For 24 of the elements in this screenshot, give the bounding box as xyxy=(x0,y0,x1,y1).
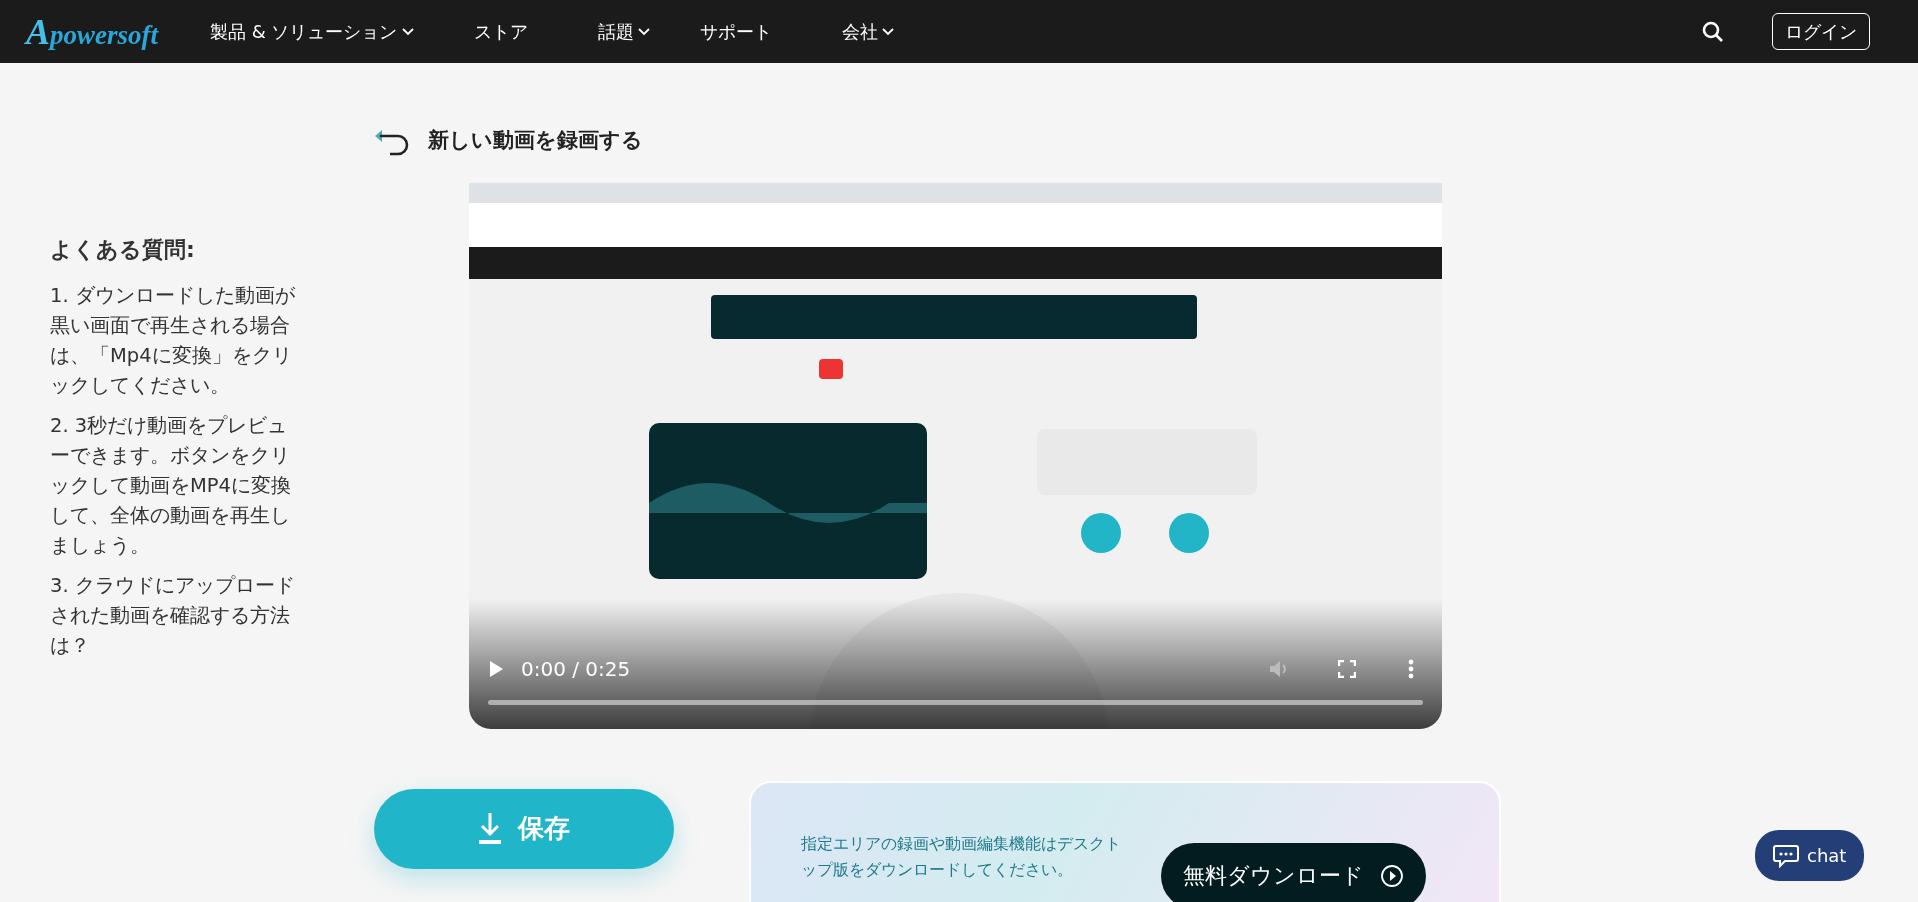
download-button[interactable]: 無料ダウンロード xyxy=(1161,842,1426,902)
more-icon[interactable] xyxy=(1408,658,1414,679)
login-button[interactable]: ログイン xyxy=(1772,13,1870,50)
play-circle-icon xyxy=(1380,863,1404,888)
chat-icon xyxy=(1773,843,1799,868)
nav-menu-item[interactable]: 話題 xyxy=(597,18,650,45)
page-title: 新しい動画を録画する xyxy=(428,127,643,154)
nav-menu-item[interactable]: 製品 & ソリューション xyxy=(210,18,414,45)
video-time: 0:00 / 0:25 xyxy=(521,655,631,683)
fullscreen-icon[interactable] xyxy=(1338,659,1356,678)
faq-item: 1. ダウンロードした動画が黒い画面で再生される場合は、「Mp4に変換」をクリックしてください。 xyxy=(50,283,296,400)
play-icon[interactable] xyxy=(487,658,505,679)
download-icon xyxy=(478,811,502,846)
faq-item: 3. クラウドにアップロードされた動画を確認する方法は？ xyxy=(50,573,296,660)
faq-item: 2. 3秒だけ動画をプレビューできます。ボタンをクリックして動画をMP4に変換して、全体の動画を再生しましょう。 xyxy=(50,413,292,560)
nav-menu-item[interactable]: ストア xyxy=(473,18,528,45)
chat-button[interactable]: chat xyxy=(1755,830,1865,881)
logo[interactable]: Apowersoft xyxy=(26,4,158,59)
promo-text: 指定エリアの録画や動画編集機能はデスクトップ版をダウンロードしてください。 xyxy=(801,832,1122,881)
search-icon[interactable] xyxy=(1702,20,1724,43)
progress-track[interactable] xyxy=(488,699,1423,705)
nav-menu-item[interactable]: 会社 xyxy=(841,18,894,45)
faq-heading: よくある質問: xyxy=(50,237,196,264)
nav-menu-item[interactable]: サポート xyxy=(699,18,772,45)
